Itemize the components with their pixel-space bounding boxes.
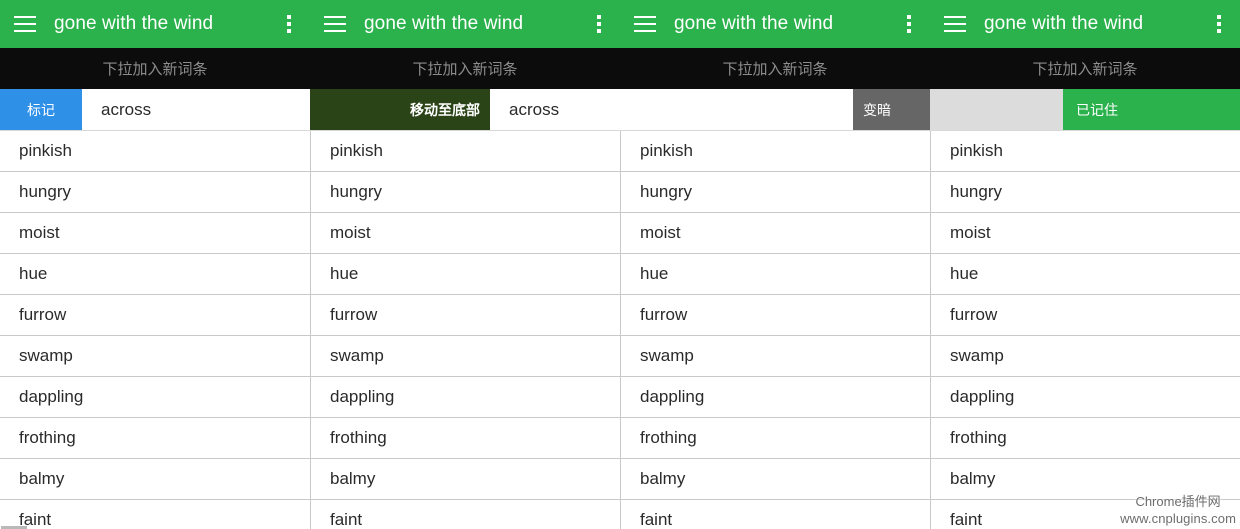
word-list-item[interactable]: frothing [0,418,310,459]
mark-action-button[interactable]: 标记 [0,89,82,130]
word-list-item[interactable]: frothing [311,418,620,459]
word-list-item[interactable]: swamp [931,336,1240,377]
word-list-strip: pinkish hungry moist hue furrow swamp dappling… [0,131,1240,529]
word-list-item[interactable]: moist [931,213,1240,254]
word-list-item[interactable]: moist [0,213,310,254]
word-list-item[interactable]: hungry [0,172,310,213]
word-list-item[interactable]: dappling [621,377,930,418]
word-list-item[interactable]: faint [311,500,620,529]
appbar-panel-2: gone with the wind [310,0,620,48]
word-list-item[interactable]: pinkish [0,131,310,172]
word-list-item[interactable]: swamp [311,336,620,377]
word-list-item[interactable]: furrow [311,295,620,336]
swipe-action-strip: 标记 across 移动至底部 across 变暗 已记住 [0,89,1240,131]
word-list-item[interactable]: faint [931,500,1240,529]
appbar-strip: gone with the wind gone with the wind go… [0,0,1240,48]
appbar-panel-1: gone with the wind [0,0,310,48]
word-list-item[interactable]: hue [931,254,1240,295]
remembered-action-button[interactable]: 已记住 [1063,89,1240,130]
word-list-item[interactable]: faint [0,500,310,529]
pull-to-refresh-hint: 下拉加入新词条 [102,61,208,78]
word-list-item[interactable]: hue [311,254,620,295]
appbar-title: gone with the wind [984,13,1144,34]
word-list-item[interactable]: moist [621,213,930,254]
appbar-panel-3: gone with the wind [620,0,930,48]
word-list-panel-4[interactable]: pinkish hungry moist hue furrow swamp dappling… [930,131,1240,529]
word-list-item[interactable]: furrow [621,295,930,336]
word-list-item[interactable]: pinkish [621,131,930,172]
word-card-blank-3[interactable] [620,89,853,130]
overflow-menu-icon[interactable] [898,13,920,35]
word-list-item[interactable]: balmy [311,459,620,500]
word-list-item[interactable]: frothing [931,418,1240,459]
word-list-panel-2[interactable]: pinkish hungry moist hue furrow swamp dappling… [310,131,620,529]
word-list-item[interactable]: swamp [0,336,310,377]
word-list-item[interactable]: dappling [931,377,1240,418]
move-to-bottom-action-button[interactable]: 移动至底部 [310,89,490,130]
word-list-item[interactable]: furrow [931,295,1240,336]
word-list-item[interactable]: frothing [621,418,930,459]
pull-to-refresh-hint: 下拉加入新词条 [722,61,828,78]
overflow-menu-icon[interactable] [278,13,300,35]
pull-to-refresh-panel-4: 下拉加入新词条 [930,48,1240,89]
word-list-item[interactable]: swamp [621,336,930,377]
hamburger-icon[interactable] [14,16,36,32]
word-list-item[interactable]: dappling [311,377,620,418]
word-list-item[interactable]: hungry [621,172,930,213]
pull-to-refresh-panel-2: 下拉加入新词条 [310,48,620,89]
word-list-item[interactable]: hue [621,254,930,295]
pull-to-refresh-panel-1: 下拉加入新词条 [0,48,310,89]
word-card-across-2[interactable]: across [490,89,620,130]
word-list-panel-1[interactable]: pinkish hungry moist hue furrow swamp dappling… [0,131,310,529]
pull-to-refresh-panel-3: 下拉加入新词条 [620,48,930,89]
word-list-item[interactable]: pinkish [311,131,620,172]
dim-action-button[interactable]: 变暗 [853,89,930,130]
pull-to-refresh-hint: 下拉加入新词条 [1032,61,1138,78]
hamburger-icon[interactable] [634,16,656,32]
appbar-title: gone with the wind [54,13,214,34]
word-list-item[interactable]: balmy [931,459,1240,500]
word-list-item[interactable]: balmy [0,459,310,500]
hamburger-icon[interactable] [324,16,346,32]
word-list-item[interactable]: hungry [311,172,620,213]
overflow-menu-icon[interactable] [1208,13,1230,35]
word-list-item[interactable]: dappling [0,377,310,418]
appbar-panel-4: gone with the wind [930,0,1240,48]
pull-to-refresh-hint: 下拉加入新词条 [412,61,518,78]
hamburger-icon[interactable] [944,16,966,32]
word-list-item[interactable]: furrow [0,295,310,336]
word-list-item[interactable]: moist [311,213,620,254]
appbar-title: gone with the wind [674,13,834,34]
word-list-item[interactable]: hue [0,254,310,295]
word-card-blank-4[interactable] [930,89,1063,130]
overflow-menu-icon[interactable] [588,13,610,35]
app-screenshot: gone with the wind gone with the wind go… [0,0,1240,529]
word-card-across-1[interactable]: across [82,89,310,130]
pull-to-refresh-strip: 下拉加入新词条 下拉加入新词条 下拉加入新词条 下拉加入新词条 [0,48,1240,89]
word-list-item[interactable]: faint [621,500,930,529]
appbar-title: gone with the wind [364,13,524,34]
word-list-panel-3[interactable]: pinkish hungry moist hue furrow swamp dappling… [620,131,930,529]
word-list-item[interactable]: hungry [931,172,1240,213]
word-list-item[interactable]: balmy [621,459,930,500]
word-list-item[interactable]: pinkish [931,131,1240,172]
